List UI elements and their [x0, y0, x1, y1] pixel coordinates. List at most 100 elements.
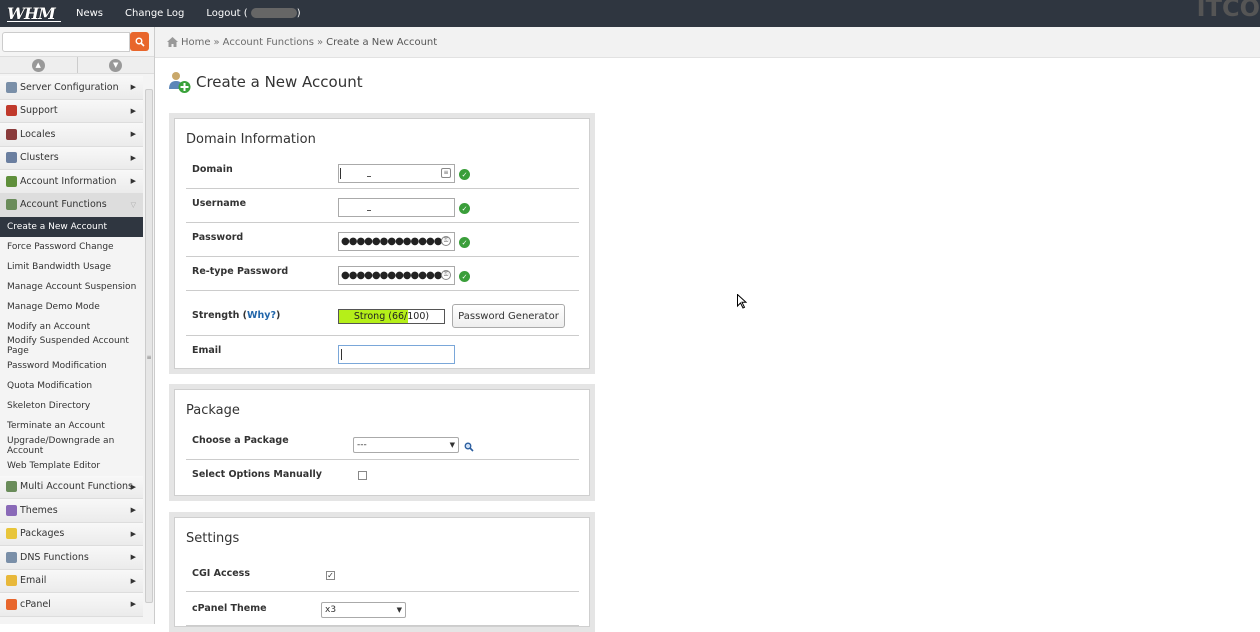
password-generator-button[interactable]: Password Generator — [452, 304, 565, 328]
chevron-right-icon: ▶ — [130, 529, 136, 538]
sidebar-item-manage-demo-mode[interactable]: Manage Demo Mode — [0, 297, 143, 317]
whm-logo[interactable]: WHM — [7, 5, 61, 22]
password-label: Password — [192, 232, 244, 243]
cgi-access-checkbox[interactable]: ✓ — [326, 571, 335, 580]
sidebar-item-quota-modification[interactable]: Quota Modification — [0, 376, 143, 396]
sidebar: ▲ ▼ Server Configuration ▶ Support ▶ Locales… — [0, 27, 155, 624]
logout-link[interactable]: Logout () — [206, 8, 301, 19]
changelog-link[interactable]: Change Log — [125, 8, 184, 19]
sidebar-category-packages[interactable]: Packages ▶ — [0, 522, 143, 547]
cpanel-theme-select[interactable]: x3 ▼ — [321, 602, 406, 618]
sidebar-category-locales[interactable]: Locales ▶ — [0, 123, 143, 147]
sidebar-category-account-functions[interactable]: Account Functions ▽ — [0, 193, 143, 217]
sidebar-category-label: Account Functions — [20, 199, 107, 211]
search-input[interactable] — [2, 32, 130, 52]
select-options-manually-row: Select Options Manually — [186, 461, 579, 491]
valid-check-icon: ✓ — [459, 237, 470, 248]
category-icon — [6, 128, 17, 140]
sidebar-item-force-password-change[interactable]: Force Password Change — [0, 237, 143, 257]
sidebar-item-modify-suspended-account-page[interactable]: Modify Suspended Account Page — [0, 336, 143, 356]
search-button[interactable] — [130, 32, 149, 51]
retype-password-input[interactable]: ●●●●●●●●●●●●● ⚿ — [338, 266, 455, 285]
breadcrumb-account-functions[interactable]: Account Functions — [223, 37, 314, 48]
sidebar-category-account-information[interactable]: Account Information ▶ — [0, 170, 143, 194]
sidebar-category-themes[interactable]: Themes ▶ — [0, 499, 143, 523]
sidebar-category-clusters[interactable]: Clusters ▶ — [0, 146, 143, 170]
top-navigation-bar: WHM News Change Log Logout () ITCO — [0, 0, 1260, 27]
valid-check-icon: ✓ — [459, 169, 470, 180]
sidebar-category-label: Clusters — [20, 152, 59, 164]
collapse-all-button[interactable]: ▼ — [78, 57, 155, 73]
sidebar-item-modify-an-account[interactable]: Modify an Account — [0, 317, 143, 337]
chevron-down-icon: ▽ — [130, 200, 136, 209]
sidebar-category-label: Locales — [20, 128, 56, 140]
valid-check-icon: ✓ — [459, 271, 470, 282]
password-strength-meter: Strong (66/100) — [338, 309, 445, 324]
chevron-right-icon: ▶ — [130, 83, 136, 92]
sidebar-item-manage-account-suspension[interactable]: Manage Account Suspension — [0, 277, 143, 297]
key-icon[interactable]: ⚿ — [441, 270, 451, 280]
username-input[interactable] — [338, 198, 455, 217]
sidebar-nav: Server Configuration ▶ Support ▶ Locales ▶ Clu… — [0, 76, 143, 617]
sidebar-item-skeleton-directory[interactable]: Skeleton Directory — [0, 396, 143, 416]
chevron-right-icon: ▶ — [130, 482, 136, 491]
package-select[interactable]: --- ▼ — [353, 437, 459, 453]
why-link[interactable]: Why? — [247, 310, 276, 321]
expand-all-button[interactable]: ▲ — [0, 57, 78, 73]
sidebar-category-label: Packages — [20, 528, 65, 540]
domain-row: Domain ≡ ✓ — [186, 162, 579, 189]
key-icon[interactable]: ⚿ — [441, 236, 451, 246]
password-strength-text: Strong (66/100) — [353, 311, 430, 322]
strength-row: Strength (Why?) Strong (66/100) Password… — [186, 298, 579, 336]
strength-label-text: Strength ( — [192, 310, 248, 321]
package-title: Package — [186, 403, 240, 418]
sidebar-category-label: DNS Functions — [20, 551, 89, 563]
sidebar-category-label: Support — [20, 105, 58, 117]
select-options-manually-label: Select Options Manually — [192, 469, 322, 480]
sidebar-item-upgrade-downgrade-an-account[interactable]: Upgrade/Downgrade an Account — [0, 436, 143, 456]
sidebar-category-email[interactable]: Email ▶ — [0, 569, 143, 594]
sidebar-category-multi-account-functions[interactable]: Multi Account Functions ▶ — [0, 475, 143, 500]
sidebar-item-terminate-an-account[interactable]: Terminate an Account — [0, 416, 143, 436]
sidebar-category-server-configuration[interactable]: Server Configuration ▶ — [0, 76, 143, 100]
logout-label: Logout — [206, 8, 241, 19]
cpanel-theme-label: cPanel Theme — [192, 603, 267, 614]
choose-package-label: Choose a Package — [192, 435, 289, 446]
mouse-cursor-icon — [737, 294, 747, 309]
chevron-right-icon: ▶ — [130, 553, 136, 562]
sidebar-category-label: Themes — [20, 504, 58, 516]
autofill-icon[interactable]: ≡ — [441, 168, 451, 178]
sidebar-item-create-a-new-account[interactable]: Create a New Account — [0, 217, 143, 237]
sidebar-item-limit-bandwidth-usage[interactable]: Limit Bandwidth Usage — [0, 257, 143, 277]
chevron-right-icon: ▶ — [130, 130, 136, 139]
password-input[interactable]: ●●●●●●●●●●●●● ⚿ — [338, 232, 455, 251]
chevron-right-icon: ▶ — [130, 576, 136, 585]
chevron-right-icon: ▶ — [130, 106, 136, 115]
breadcrumb-home[interactable]: Home — [181, 37, 211, 48]
sidebar-category-support[interactable]: Support ▶ — [0, 99, 143, 123]
breadcrumb-separator: » — [213, 36, 220, 48]
retype-password-label: Re-type Password — [192, 266, 289, 277]
news-link[interactable]: News — [76, 8, 103, 19]
category-icon — [6, 598, 17, 610]
select-options-manually-checkbox[interactable] — [358, 471, 367, 480]
email-input[interactable] — [338, 345, 455, 364]
email-row: Email — [186, 340, 579, 371]
username-row: Username ✓ — [186, 196, 579, 223]
category-icon — [6, 81, 17, 93]
category-icon — [6, 504, 17, 516]
category-icon — [6, 551, 17, 563]
sidebar-category-cpanel[interactable]: cPanel ▶ — [0, 593, 143, 617]
cpanel-theme-row: cPanel Theme x3 ▼ — [186, 593, 579, 626]
sidebar-scrollbar[interactable] — [145, 89, 153, 603]
chevron-right-icon: ▶ — [130, 177, 136, 186]
sidebar-category-dns-functions[interactable]: DNS Functions ▶ — [0, 546, 143, 570]
breadcrumb-separator: » — [316, 36, 324, 48]
sidebar-item-web-template-editor[interactable]: Web Template Editor — [0, 456, 143, 476]
category-icon — [6, 199, 17, 211]
sidebar-item-password-modification[interactable]: Password Modification — [0, 356, 143, 376]
domain-input[interactable]: ≡ — [338, 164, 455, 183]
password-masked-value: ●●●●●●●●●●●●● — [341, 236, 442, 247]
chevron-down-icon: ▼ — [109, 58, 123, 72]
magnifier-icon[interactable] — [464, 442, 474, 452]
